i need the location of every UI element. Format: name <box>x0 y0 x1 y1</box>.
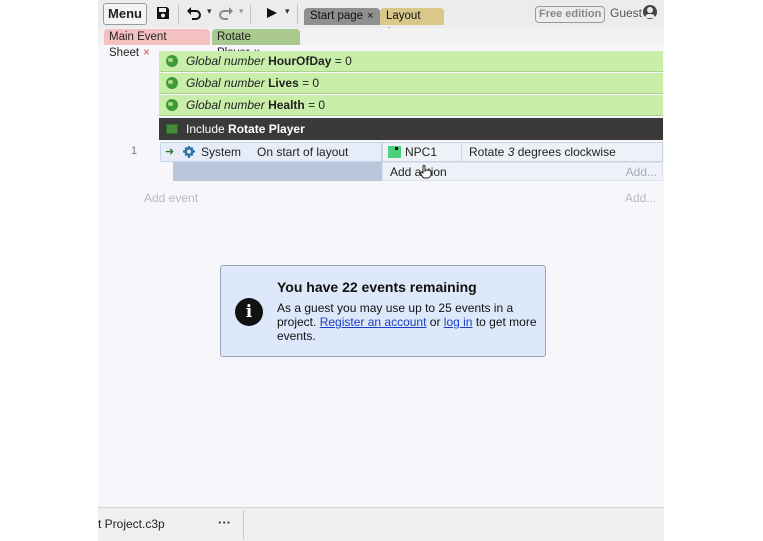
events-remaining-notice: i You have 22 events remaining As a gues… <box>220 265 546 357</box>
footer-divider <box>243 510 244 540</box>
globe-icon <box>166 77 178 89</box>
arrow-right-icon[interactable]: ➜ <box>165 145 174 158</box>
global-value: = 0 <box>302 76 320 90</box>
add-more-link[interactable]: Add... <box>626 165 657 179</box>
global-variable-text: Global number HourOfDay = 0 <box>186 51 352 72</box>
include-row[interactable]: Include Rotate Player <box>159 118 663 140</box>
global-variable-text: Global number Lives = 0 <box>186 73 319 94</box>
action-divider <box>461 143 462 161</box>
sprite-icon <box>388 146 401 158</box>
more-options-icon[interactable]: ··· <box>218 515 231 530</box>
close-icon[interactable]: × <box>143 47 150 59</box>
notice-text: or <box>429 315 441 329</box>
globe-icon <box>166 55 178 67</box>
condition-text: On start of layout <box>257 145 349 159</box>
undo-icon[interactable] <box>186 6 202 20</box>
tab-label: Main Event Sheet <box>109 31 167 59</box>
redo-icon[interactable] <box>218 6 234 20</box>
undo-dropdown-icon[interactable]: ▾ <box>207 6 212 17</box>
tab-start-page[interactable]: Start page × <box>304 8 380 25</box>
event-number: 1 <box>131 145 138 157</box>
project-file-name[interactable]: t Project.c3p <box>98 517 165 531</box>
condition-object: System <box>201 145 242 159</box>
notice-title: You have 22 events remaining <box>277 279 477 295</box>
play-dropdown-icon[interactable]: ▾ <box>285 6 290 17</box>
global-prefix: Global number <box>186 98 265 112</box>
tab-label: Start page <box>310 10 364 22</box>
event-condition[interactable]: ➜ System On start of layout <box>160 142 382 162</box>
register-account-link[interactable]: Register an account <box>320 315 427 329</box>
add-more-link[interactable]: Add... <box>625 191 656 205</box>
close-icon[interactable]: × <box>367 10 373 22</box>
toolbar-separator <box>297 4 298 24</box>
add-condition-area[interactable] <box>173 162 382 181</box>
add-action-link[interactable]: Add action <box>390 165 447 179</box>
toolbar-separator <box>178 4 179 24</box>
global-value: = 0 <box>334 54 352 68</box>
include-prefix: Include <box>186 122 225 136</box>
toolbar-separator <box>250 4 251 24</box>
include-name: Rotate Player <box>228 122 305 136</box>
event-action[interactable]: NPC1 Rotate 3 degrees clockwise <box>382 142 663 162</box>
save-icon[interactable] <box>155 5 171 21</box>
global-variable-row[interactable]: Global number HourOfDay = 0 <box>159 51 663 72</box>
action-text-post: degrees clockwise <box>514 145 616 159</box>
action-object: NPC1 <box>405 145 438 159</box>
global-variable-row[interactable]: Global number Lives = 0 <box>159 73 663 94</box>
global-prefix: Global number <box>186 54 265 68</box>
redo-dropdown-icon[interactable]: ▾ <box>239 6 244 17</box>
global-name: HourOfDay <box>268 54 332 68</box>
play-icon[interactable] <box>266 7 278 19</box>
construct-editor: Menu ▾ ▾ ▾ Start page× Layout 1× Fr <box>98 0 664 541</box>
user-account-icon[interactable] <box>643 5 657 19</box>
menu-button[interactable]: Menu <box>103 3 147 25</box>
global-variable-text: Global number Health = 0 <box>186 95 325 116</box>
project-bar: t Project.c3p ··· <box>98 507 664 541</box>
global-name: Health <box>268 98 305 112</box>
notice-body: As a guest you may use up to 25 events i… <box>277 301 537 343</box>
add-event-link[interactable]: Add event <box>144 191 198 205</box>
main-toolbar: Menu ▾ ▾ ▾ Start page× Layout 1× Fr <box>98 0 664 39</box>
globe-icon <box>166 99 178 111</box>
free-edition-badge[interactable]: Free edition <box>535 6 606 23</box>
include-icon <box>166 124 178 134</box>
gear-icon <box>183 146 195 158</box>
tab-layout-1[interactable]: Layout 1× <box>380 8 444 39</box>
tab-rotate-player[interactable]: Rotate Player× <box>212 29 300 59</box>
log-in-link[interactable]: log in <box>444 315 473 329</box>
action-text: Rotate 3 degrees clockwise <box>469 145 616 159</box>
include-text: Include Rotate Player <box>186 118 305 140</box>
user-label[interactable]: Guest <box>610 6 642 20</box>
action-text-pre: Rotate <box>469 145 508 159</box>
global-value: = 0 <box>308 98 326 112</box>
hand-cursor-icon <box>420 165 432 179</box>
event-sheet-tabs: Main Event Sheet× Rotate Player× <box>98 28 664 59</box>
global-variable-row[interactable]: Global number Health = 0 <box>159 95 663 116</box>
info-icon: i <box>235 298 263 326</box>
global-prefix: Global number <box>186 76 265 90</box>
tab-main-event-sheet[interactable]: Main Event Sheet × <box>104 29 210 59</box>
global-name: Lives <box>268 76 299 90</box>
